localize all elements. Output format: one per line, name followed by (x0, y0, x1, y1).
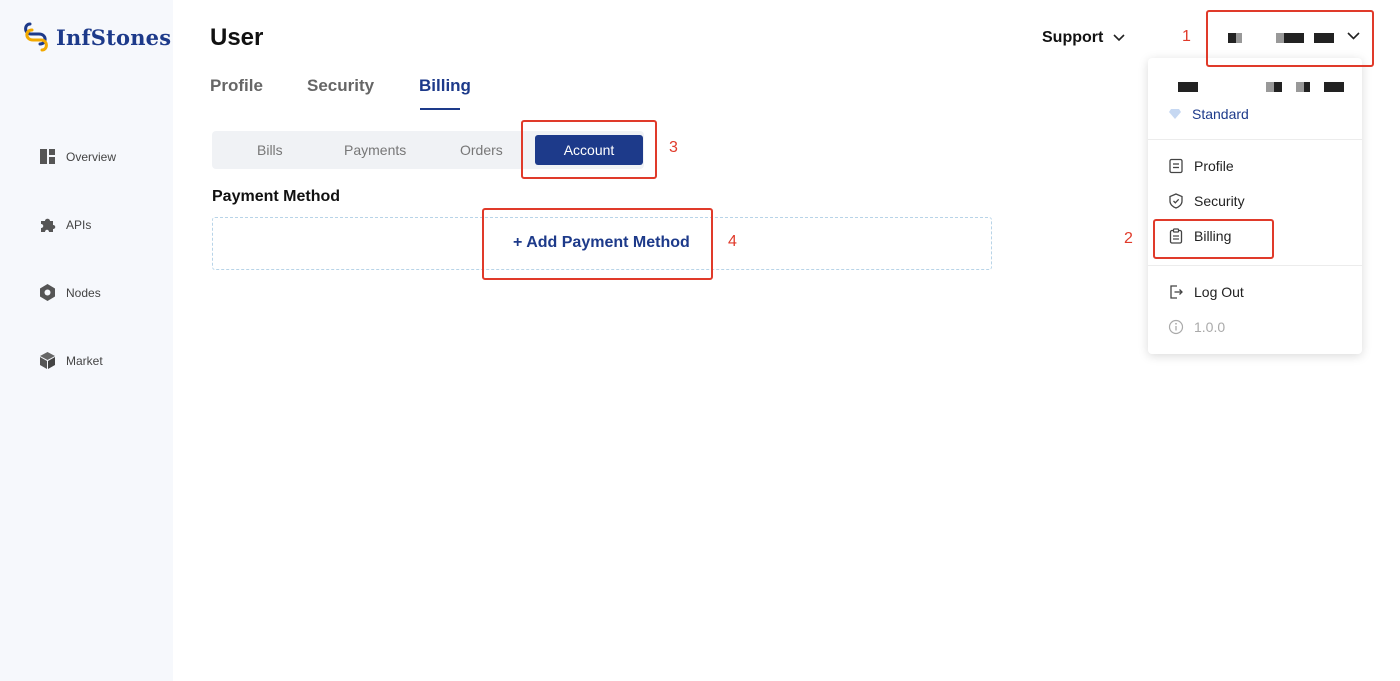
menu-item-label: Security (1194, 193, 1245, 209)
payment-method-heading: Payment Method (212, 188, 341, 205)
menu-item-security[interactable]: Security (1168, 193, 1245, 209)
menu-divider (1148, 265, 1362, 266)
version-label: 1.0.0 (1194, 319, 1226, 335)
sidebar-item-label: Nodes (66, 285, 101, 300)
sidebar-item-label: Market (66, 353, 103, 368)
menu-item-profile[interactable]: Profile (1168, 158, 1234, 174)
puzzle-icon (41, 218, 56, 232)
infstones-logo-icon (24, 22, 48, 52)
annotation-box-4 (482, 208, 713, 280)
page-title: User (210, 24, 264, 51)
sidebar-item-label: APIs (66, 217, 92, 232)
account-tier: Standard (1168, 106, 1249, 122)
redacted-email (1178, 82, 1198, 92)
hexagon-node-icon (40, 284, 55, 301)
chevron-down-icon (1113, 34, 1125, 42)
menu-divider (1148, 139, 1362, 140)
subtab-orders[interactable]: Orders (460, 131, 503, 169)
user-dropdown-menu: Standard Profile Security Billing Log Ou… (1148, 58, 1362, 354)
tab-security[interactable]: Security (307, 76, 374, 96)
brand-name: InfStones (56, 24, 172, 50)
annotation-box-3 (521, 120, 657, 179)
info-icon (1168, 319, 1184, 335)
tab-profile[interactable]: Profile (210, 76, 263, 96)
sidebar: InfStones Overview APIs Nodes Market (0, 0, 173, 681)
subtab-bills[interactable]: Bills (257, 131, 283, 169)
profile-doc-icon (1169, 158, 1183, 174)
sidebar-item-apis[interactable]: APIs (38, 215, 91, 234)
app-version: 1.0.0 (1168, 319, 1225, 335)
sidebar-item-overview[interactable]: Overview (38, 147, 116, 166)
annotation-number-2: 2 (1124, 230, 1133, 247)
support-menu[interactable]: Support (1042, 29, 1125, 47)
shield-check-icon (1169, 193, 1183, 209)
tier-label: Standard (1192, 106, 1249, 122)
diamond-icon (1169, 109, 1181, 119)
subtab-payments[interactable]: Payments (344, 131, 406, 169)
annotation-number-3: 3 (669, 139, 678, 156)
brand-logo[interactable]: InfStones (22, 22, 171, 52)
annotation-box-1 (1206, 10, 1374, 67)
sidebar-item-market[interactable]: Market (38, 351, 103, 370)
tab-billing[interactable]: Billing (419, 76, 471, 96)
support-label: Support (1042, 29, 1104, 46)
sidebar-item-nodes[interactable]: Nodes (38, 283, 101, 302)
logout-icon (1170, 285, 1183, 299)
cube-icon (40, 352, 55, 369)
menu-item-logout[interactable]: Log Out (1168, 284, 1244, 300)
sidebar-item-label: Overview (66, 149, 117, 164)
active-tab-indicator (420, 108, 460, 110)
annotation-number-1: 1 (1182, 28, 1191, 45)
menu-item-label: Profile (1194, 158, 1234, 174)
annotation-box-2 (1153, 219, 1274, 259)
annotation-number-4: 4 (728, 233, 737, 250)
menu-item-label: Log Out (1194, 284, 1244, 300)
dashboard-icon (40, 149, 55, 164)
